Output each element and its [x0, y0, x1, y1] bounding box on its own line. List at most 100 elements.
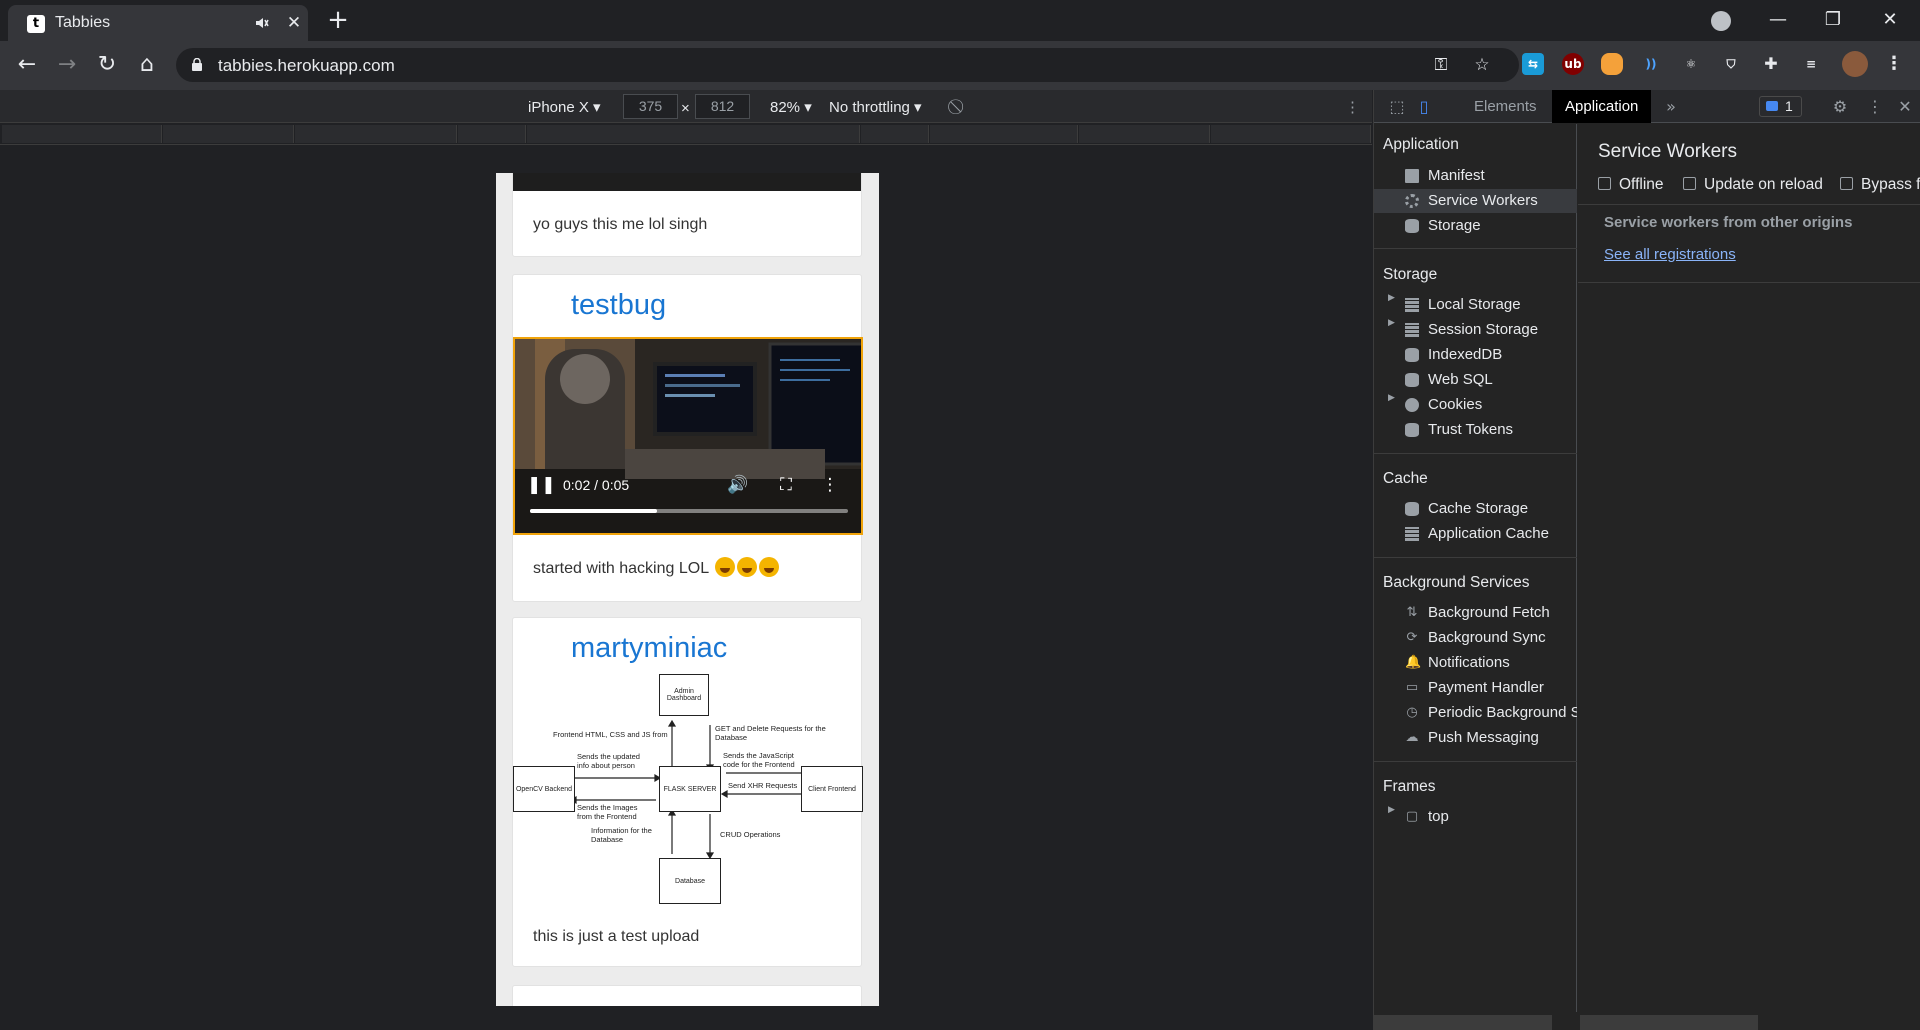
ruler-segment[interactable]	[861, 125, 929, 143]
see-all-registrations-link[interactable]: See all registrations	[1604, 246, 1736, 263]
fullscreen-icon[interactable]: ⛶	[776, 475, 796, 495]
sidebar-item-background-fetch[interactable]: ⇅ Background Fetch	[1374, 601, 1577, 625]
sidebar-item-cache-storage[interactable]: Cache Storage	[1374, 497, 1577, 521]
devtools-more-icon[interactable]: ⋮	[1865, 97, 1885, 117]
device-select[interactable]: iPhone X ▾	[528, 98, 601, 116]
bypass-checkbox[interactable]: Bypass fo	[1840, 176, 1920, 194]
back-arrow-icon[interactable]: ←	[13, 51, 41, 79]
device-toggle-icon[interactable]: ▯	[1414, 97, 1434, 117]
ruler-segment[interactable]	[930, 125, 1078, 143]
close-devtools-icon[interactable]: ✕	[1895, 97, 1915, 117]
video-more-icon[interactable]: ⋮	[820, 475, 840, 495]
zoom-select[interactable]: 82% ▾	[770, 98, 812, 116]
sidebar-item-trust-tokens[interactable]: Trust Tokens	[1374, 418, 1577, 442]
more-tabs-icon[interactable]: »	[1661, 97, 1681, 117]
react-devtools-icon[interactable]: ⚛	[1680, 53, 1702, 75]
offline-checkbox[interactable]: Offline	[1598, 176, 1664, 194]
ublock-icon[interactable]: ub	[1562, 53, 1584, 75]
expand-arrow-icon[interactable]: ▶	[1388, 318, 1395, 328]
horizontal-scrollbar[interactable]	[1580, 1015, 1758, 1030]
video-progress-bar[interactable]	[530, 509, 848, 513]
close-window-icon[interactable]: ✕	[1874, 7, 1906, 33]
url-text[interactable]: tabbies.herokuapp.com	[218, 56, 395, 76]
expand-arrow-icon[interactable]: ▶	[1388, 805, 1395, 815]
video-player[interactable]: ❚❚ 0:02 / 0:05 🔊 ⛶ ⋮	[513, 337, 863, 535]
expand-arrow-icon[interactable]: ▶	[1388, 393, 1395, 403]
ruler-segment[interactable]	[458, 125, 526, 143]
sidebar-item-notifications[interactable]: 🔔 Notifications	[1374, 651, 1577, 675]
tab-search-icon[interactable]	[1711, 11, 1731, 31]
frame-icon: ▢	[1405, 809, 1419, 824]
post-username[interactable]: martyminiac	[571, 632, 727, 665]
tab-application[interactable]: Application	[1552, 90, 1652, 123]
tab-elements[interactable]: Elements	[1461, 90, 1550, 123]
gear-icon	[1405, 194, 1419, 208]
sidebar-item-periodic-background-sync[interactable]: ◷ Periodic Background S	[1374, 701, 1577, 725]
throttling-select[interactable]: No throttling ▾	[829, 98, 922, 116]
diagram-box-opencv: OpenCV Backend	[513, 766, 575, 812]
checkbox-icon[interactable]	[1683, 177, 1696, 190]
ruler-segment[interactable]	[2, 125, 162, 143]
horizontal-scrollbar[interactable]	[1374, 1015, 1552, 1030]
sidebar-item-background-sync[interactable]: ⟳ Background Sync	[1374, 626, 1577, 650]
sidebar-item-session-storage[interactable]: ▶ Session Storage	[1374, 318, 1577, 342]
device-width-input[interactable]: 375	[623, 94, 678, 119]
ruler-segment[interactable]	[527, 125, 860, 143]
devtools-scrollbar-area	[1374, 1012, 1920, 1030]
shield-extension-icon[interactable]: ⛉	[1720, 53, 1742, 75]
key-icon[interactable]: ⚿	[1431, 55, 1451, 75]
issues-badge[interactable]: 1	[1759, 96, 1802, 117]
device-height-input[interactable]: 812	[695, 94, 750, 119]
media-queue-icon[interactable]: ≡	[1800, 53, 1822, 75]
sidebar-item-service-workers[interactable]: Service Workers	[1374, 189, 1577, 213]
diagram-box-client: Client Frontend	[801, 766, 863, 812]
sidebar-item-web-sql[interactable]: Web SQL	[1374, 368, 1577, 392]
post-image[interactable]	[513, 173, 861, 191]
ruler-segment[interactable]	[1211, 125, 1371, 143]
checkbox-icon[interactable]	[1598, 177, 1611, 190]
ruler-segment[interactable]	[163, 125, 294, 143]
reload-icon[interactable]: ↻	[93, 51, 121, 79]
browser-menu-icon[interactable]: ⋮	[1883, 53, 1905, 75]
sidebar-item-indexeddb[interactable]: IndexedDB	[1374, 343, 1577, 367]
extension-translate-icon[interactable]: ⇆	[1522, 53, 1544, 75]
home-icon[interactable]: ⌂	[133, 51, 161, 79]
bookmark-star-icon[interactable]: ☆	[1472, 55, 1492, 75]
sidebar-item-manifest[interactable]: Manifest	[1374, 164, 1577, 188]
lock-icon[interactable]	[192, 58, 202, 71]
architecture-diagram[interactable]: Admin Dashboard FLASK SERVER OpenCV Back…	[513, 674, 863, 918]
sidebar-item-cookies[interactable]: ▶ Cookies	[1374, 393, 1577, 417]
extensions-puzzle-icon[interactable]: ✚	[1760, 53, 1782, 75]
sidebar-item-push-messaging[interactable]: ☁ Push Messaging	[1374, 726, 1577, 750]
address-bar[interactable]: tabbies.herokuapp.com ⚿ ☆	[176, 48, 1519, 82]
checkbox-icon[interactable]	[1840, 177, 1853, 190]
profile-avatar[interactable]	[1842, 51, 1868, 77]
minimize-icon[interactable]: —	[1762, 7, 1794, 33]
expand-arrow-icon[interactable]: ▶	[1388, 293, 1395, 303]
sidebar-item-top-frame[interactable]: ▶ ▢ top	[1374, 805, 1577, 829]
sidebar-item-application-cache[interactable]: Application Cache	[1374, 522, 1577, 546]
close-tab-icon[interactable]: ✕	[285, 14, 303, 32]
browser-tab[interactable]: t Tabbies ✕	[8, 5, 308, 41]
volume-icon[interactable]: 🔊	[727, 475, 748, 495]
update-on-reload-checkbox[interactable]: Update on reload	[1683, 176, 1823, 194]
ruler-segment[interactable]	[295, 125, 457, 143]
speaker-icon[interactable]	[254, 15, 270, 31]
ruler-segment[interactable]	[1079, 125, 1210, 143]
inspect-element-icon[interactable]: ⬚	[1387, 97, 1407, 117]
sidebar-item-local-storage[interactable]: ▶ Local Storage	[1374, 293, 1577, 317]
sidebar-item-payment-handler[interactable]: ▭ Payment Handler	[1374, 676, 1577, 700]
media-query-ruler[interactable]	[0, 123, 1372, 145]
issues-icon	[1766, 101, 1778, 111]
restore-icon[interactable]: ❐	[1817, 7, 1849, 33]
extension-bottle-icon[interactable]	[1601, 53, 1623, 75]
sidebar-item-storage[interactable]: Storage	[1374, 214, 1577, 238]
device-more-icon[interactable]: ⋮	[1345, 98, 1360, 116]
extension-wave-icon[interactable]: ))	[1640, 53, 1662, 75]
pause-icon[interactable]: ❚❚	[527, 475, 556, 495]
settings-gear-icon[interactable]: ⚙	[1830, 97, 1850, 117]
forward-arrow-icon[interactable]: →	[53, 51, 81, 79]
devtools-tab-bar: ⬚ ▯ Elements Application » 1 ⚙ ⋮ ✕	[1374, 90, 1920, 123]
new-tab-button[interactable]: +	[326, 7, 350, 33]
post-username[interactable]: testbug	[571, 289, 666, 322]
